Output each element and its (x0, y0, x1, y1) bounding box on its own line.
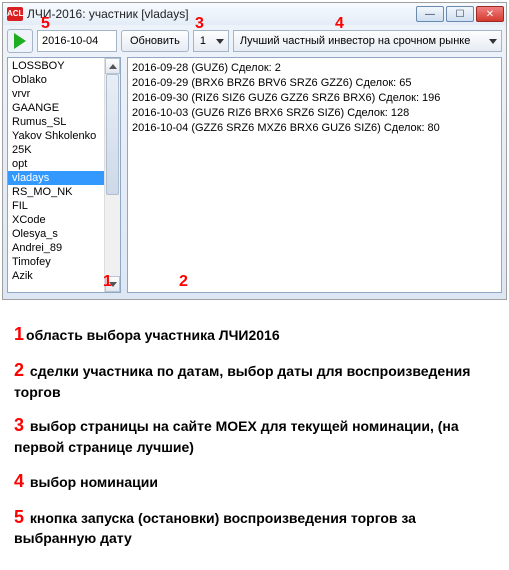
deal-line[interactable]: 2016-09-29 (BRX6 BRZ6 BRV6 SRZ6 GZZ6) Сд… (132, 76, 497, 91)
date-input[interactable] (37, 30, 117, 52)
legend-item-4: 4 выбор номинации (14, 469, 495, 493)
deals-panel[interactable]: 2016-09-28 (GUZ6) Сделок: 22016-09-29 (B… (127, 57, 502, 293)
play-button[interactable] (7, 29, 33, 53)
deal-line[interactable]: 2016-10-03 (GUZ6 RIZ6 BRX6 SRZ6 SIZ6) Сд… (132, 106, 497, 121)
toolbar: Обновить 1 Лучший частный инвестор на ср… (3, 25, 506, 57)
legend: 1область выбора участника ЛЧИ2016 2 сдел… (0, 302, 509, 570)
close-button[interactable]: ✕ (476, 6, 504, 22)
legend-item-2: 2 сделки участника по датам, выбор даты … (14, 358, 495, 401)
content-area: LOSSBOYOblakovrvrGAANGERumus_SLYakov Shk… (3, 57, 506, 299)
play-icon (14, 33, 26, 49)
scroll-up-button[interactable] (105, 58, 120, 74)
legend-item-5: 5 кнопка запуска (остановки) воспроизвед… (14, 505, 495, 548)
page-select[interactable]: 1 (193, 30, 229, 52)
scroll-thumb[interactable] (106, 74, 119, 195)
deal-line[interactable]: 2016-09-30 (RIZ6 SIZ6 GUZ6 GZZ6 SRZ6 BRX… (132, 91, 497, 106)
chevron-up-icon (109, 64, 117, 69)
nomination-select[interactable]: Лучший частный инвестор на срочном рынке (233, 30, 502, 52)
window-title: ЛЧИ-2016: участник [vladays] (27, 7, 416, 21)
window-controls: — ☐ ✕ (416, 6, 504, 22)
chevron-down-icon (109, 282, 117, 287)
titlebar[interactable]: ACL ЛЧИ-2016: участник [vladays] — ☐ ✕ (3, 3, 506, 25)
legend-item-1: 1область выбора участника ЛЧИ2016 (14, 322, 495, 346)
app-window: ACL ЛЧИ-2016: участник [vladays] — ☐ ✕ О… (2, 2, 507, 300)
app-icon: ACL (7, 7, 23, 21)
deal-line[interactable]: 2016-09-28 (GUZ6) Сделок: 2 (132, 61, 497, 76)
maximize-button[interactable]: ☐ (446, 6, 474, 22)
scrollbar[interactable] (104, 58, 120, 292)
refresh-button[interactable]: Обновить (121, 30, 189, 52)
minimize-button[interactable]: — (416, 6, 444, 22)
deal-line[interactable]: 2016-10-04 (GZZ6 SRZ6 MXZ6 BRX6 GUZ6 SIZ… (132, 121, 497, 136)
scroll-track[interactable] (105, 74, 120, 276)
page-select-value: 1 (200, 35, 206, 47)
chevron-down-icon (489, 39, 497, 44)
chevron-down-icon (216, 39, 224, 44)
legend-item-3: 3 выбор страницы на сайте MOEX для текущ… (14, 413, 495, 456)
participant-list[interactable]: LOSSBOYOblakovrvrGAANGERumus_SLYakov Shk… (7, 57, 121, 293)
nomination-select-value: Лучший частный инвестор на срочном рынке (240, 35, 471, 47)
scroll-down-button[interactable] (105, 276, 120, 292)
